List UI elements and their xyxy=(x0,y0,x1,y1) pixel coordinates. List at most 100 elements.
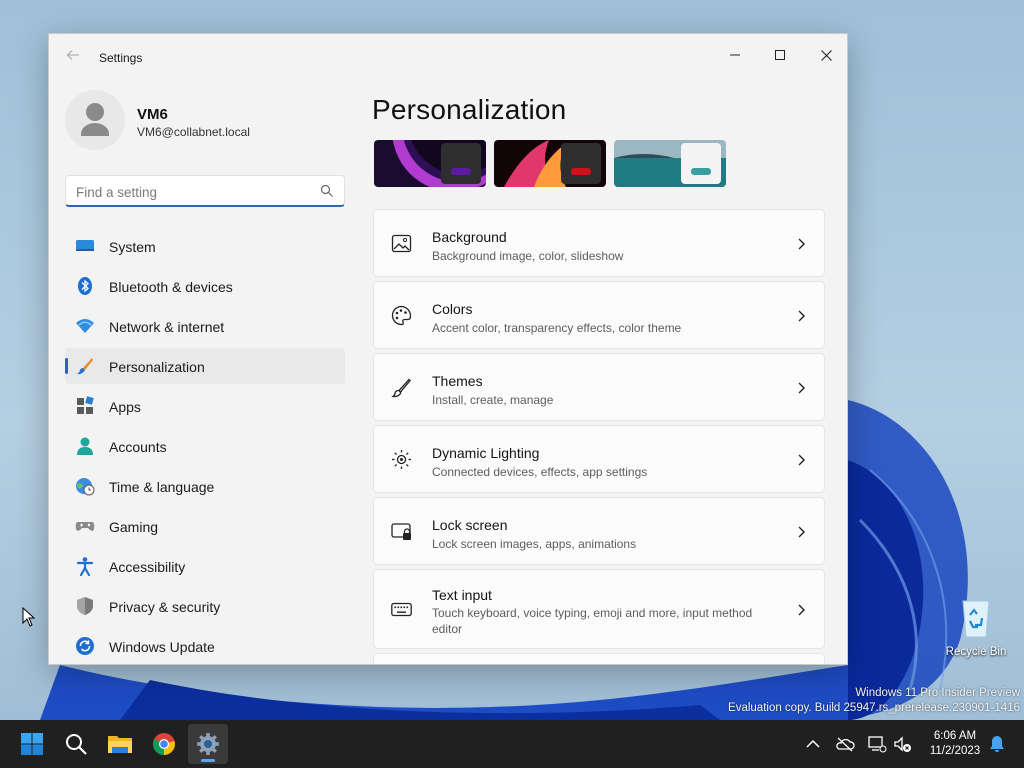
back-button[interactable] xyxy=(61,48,85,68)
theme-preview-red xyxy=(494,140,606,187)
gamepad-icon xyxy=(75,522,95,531)
accessibility-icon xyxy=(76,557,94,576)
theme-thumbnail[interactable] xyxy=(494,140,606,187)
keyboard-icon xyxy=(391,602,412,617)
recycle-bin-icon xyxy=(962,600,990,638)
update-icon xyxy=(76,637,94,655)
watermark-line: Windows 11 Pro Insider Preview xyxy=(855,687,1020,699)
chevron-right-icon xyxy=(798,604,805,616)
theme-thumbnail[interactable] xyxy=(374,140,486,187)
text-input-card[interactable]: Text input Touch keyboard, voice typing,… xyxy=(373,569,825,649)
sidebar-item-time-language[interactable]: Time & language xyxy=(65,468,345,504)
lock-screen-icon xyxy=(391,523,411,540)
settings-taskbar-button[interactable] xyxy=(188,724,228,764)
next-card-partial[interactable] xyxy=(373,653,825,664)
card-subtitle: Lock screen images, apps, animations xyxy=(432,537,637,551)
brush-icon xyxy=(391,378,411,398)
card-subtitle: Background image, color, slideshow xyxy=(432,249,624,263)
lock-screen-card[interactable]: Lock screen Lock screen images, apps, an… xyxy=(373,497,825,565)
clock-time: 6:06 AM xyxy=(933,730,977,742)
sidebar-item-system[interactable]: System xyxy=(65,228,345,264)
card-title: Colors xyxy=(432,301,473,317)
network-icon[interactable] xyxy=(867,734,887,754)
dynamic-lighting-card[interactable]: Dynamic Lighting Connected devices, effe… xyxy=(373,425,825,493)
sidebar-item-network[interactable]: Network & internet xyxy=(65,308,345,344)
person-icon xyxy=(77,437,93,455)
app-title: Settings xyxy=(99,51,143,65)
sidebar-nav: System Bluetooth & devices Network & int… xyxy=(65,228,345,664)
chrome-icon xyxy=(152,733,175,755)
sidebar-item-label: System xyxy=(109,239,156,255)
sidebar-item-label: Apps xyxy=(109,399,141,415)
user-email: VM6@collabnet.local xyxy=(137,125,250,139)
recycle-bin-shortcut[interactable]: Recycle Bin xyxy=(944,597,1008,658)
settings-window: Settings VM6 VM6@collabnet.local System … xyxy=(48,33,848,665)
sidebar-item-accessibility[interactable]: Accessibility xyxy=(65,548,345,584)
card-title: Text input xyxy=(432,587,492,603)
user-name: VM6 xyxy=(137,106,168,123)
sidebar-item-accounts[interactable]: Accounts xyxy=(65,428,345,464)
image-icon xyxy=(391,234,412,253)
minimize-button[interactable] xyxy=(712,40,758,70)
recycle-bin-label: Recycle Bin xyxy=(945,646,1007,658)
chevron-right-icon xyxy=(798,526,805,538)
onedrive-icon[interactable] xyxy=(835,734,855,754)
card-title: Lock screen xyxy=(432,517,508,533)
sidebar-item-personalization[interactable]: Personalization xyxy=(65,348,345,384)
start-icon xyxy=(21,733,43,755)
avatar[interactable] xyxy=(65,90,125,150)
sidebar-item-label: Bluetooth & devices xyxy=(109,279,233,295)
page-title: Personalization xyxy=(372,94,567,125)
sidebar-item-bluetooth[interactable]: Bluetooth & devices xyxy=(65,268,345,304)
sidebar-item-gaming[interactable]: Gaming xyxy=(65,508,345,544)
mouse-cursor-icon xyxy=(22,607,36,627)
theme-thumbnail[interactable] xyxy=(614,140,726,187)
sidebar-item-label: Windows Update xyxy=(109,639,215,655)
settings-icon xyxy=(197,733,219,755)
active-indicator xyxy=(201,759,215,762)
volume-muted-icon[interactable] xyxy=(893,734,913,754)
bluetooth-icon xyxy=(78,277,92,295)
search-input[interactable] xyxy=(76,182,306,202)
search-icon xyxy=(320,184,333,197)
evaluation-watermark: Windows 11 Pro Insider Preview Evaluatio… xyxy=(728,686,1020,716)
sidebar-item-label: Personalization xyxy=(109,359,205,375)
card-subtitle: Connected devices, effects, app settings xyxy=(432,465,648,479)
user-icon xyxy=(81,103,109,136)
chrome-button[interactable] xyxy=(144,724,184,764)
theme-preview-purple xyxy=(374,140,486,187)
card-subtitle: Accent color, transparency effects, colo… xyxy=(432,321,682,335)
system-clock[interactable]: 6:06 AM 11/2/2023 xyxy=(920,729,990,759)
system-icon xyxy=(76,240,94,251)
chevron-right-icon xyxy=(798,382,805,394)
sun-icon xyxy=(392,450,411,469)
watermark-line: Evaluation copy. Build 25947.rs_prerelea… xyxy=(728,702,1020,714)
sidebar-item-label: Gaming xyxy=(109,519,159,535)
themes-card[interactable]: Themes Install, create, manage xyxy=(373,353,825,421)
clock-date: 11/2/2023 xyxy=(929,745,981,757)
colors-card[interactable]: Colors Accent color, transparency effect… xyxy=(373,281,825,349)
sidebar-item-apps[interactable]: Apps xyxy=(65,388,345,424)
maximize-button[interactable] xyxy=(757,40,803,70)
taskbar: 6:06 AM 11/2/2023 xyxy=(0,720,1024,768)
card-title: Dynamic Lighting xyxy=(432,445,540,461)
search-taskbar-button[interactable] xyxy=(56,724,96,764)
palette-icon xyxy=(391,305,412,326)
background-card[interactable]: Background Background image, color, slid… xyxy=(373,209,825,277)
sidebar-item-label: Accounts xyxy=(109,439,167,455)
close-button[interactable] xyxy=(803,40,847,70)
chevron-right-icon xyxy=(798,454,805,466)
start-button[interactable] xyxy=(12,724,52,764)
maximize-icon xyxy=(775,50,785,60)
title-bar: Settings xyxy=(49,34,847,82)
sidebar-item-windows-update[interactable]: Windows Update xyxy=(65,628,345,664)
minimize-icon xyxy=(730,54,740,56)
file-explorer-button[interactable] xyxy=(100,724,140,764)
sidebar-item-privacy[interactable]: Privacy & security xyxy=(65,588,345,624)
search-icon xyxy=(66,734,87,755)
notification-bell-icon[interactable] xyxy=(987,734,1007,754)
search-box[interactable] xyxy=(65,175,345,207)
card-subtitle: Install, create, manage xyxy=(432,393,554,407)
chevron-up-icon[interactable] xyxy=(803,734,823,754)
sidebar-item-label: Network & internet xyxy=(109,319,225,335)
